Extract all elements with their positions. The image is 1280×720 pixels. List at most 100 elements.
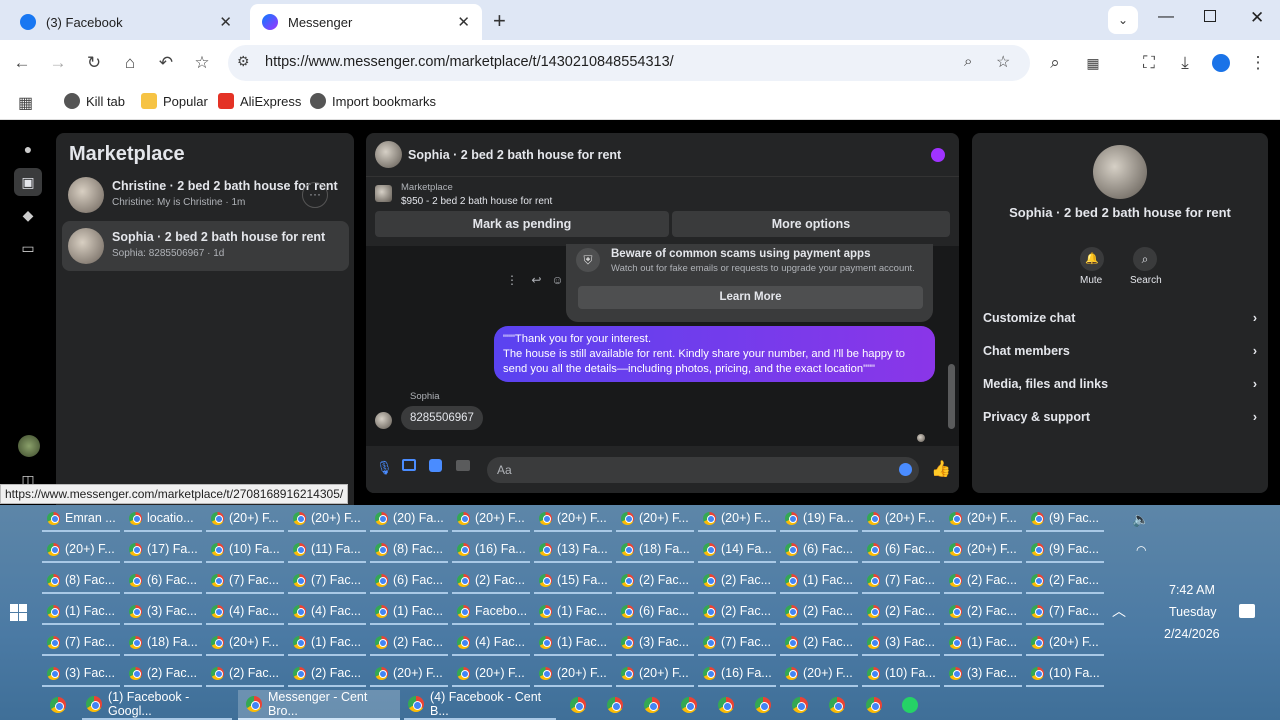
taskbar-window-item[interactable]: (10) Fa...: [1026, 661, 1104, 687]
taskbar-window-item[interactable]: (1) Fac...: [534, 630, 612, 656]
taskbar-window-item[interactable]: (20+) F...: [534, 506, 612, 532]
taskbar-window-item[interactable]: (6) Fac...: [616, 599, 694, 625]
taskbar-chrome-icon[interactable]: [570, 690, 586, 720]
taskbar-window-item[interactable]: (19) Fa...: [780, 506, 858, 532]
listing-title[interactable]: $950 - 2 bed 2 bath house for rent: [401, 196, 552, 207]
taskbar-window-item[interactable]: (7) Fac...: [42, 630, 120, 656]
user-avatar[interactable]: [18, 435, 40, 457]
taskbar-window-item[interactable]: (4) Fac...: [452, 630, 530, 656]
search-icon[interactable]: ⌕: [1040, 48, 1070, 78]
restore-icon[interactable]: [1204, 10, 1216, 22]
outgoing-message[interactable]: """Thank you for your interest. The hous…: [494, 326, 935, 382]
taskbar-window-item[interactable]: (1) Fac...: [288, 630, 366, 656]
taskbar-window-item[interactable]: (3) Fac...: [124, 599, 202, 625]
taskbar-window-item[interactable]: (3) Fac...: [944, 661, 1022, 687]
chats-icon[interactable]: ●: [14, 135, 42, 163]
notification-icon[interactable]: [1239, 604, 1255, 618]
taskbar-window-item[interactable]: (1) Fac...: [534, 599, 612, 625]
taskbar-window-item[interactable]: (18) Fa...: [124, 630, 202, 656]
taskbar-window-item[interactable]: (14) Fa...: [698, 537, 776, 563]
taskbar-window-item[interactable]: (20+) F...: [616, 661, 694, 687]
close-window-icon[interactable]: ✕: [1250, 8, 1264, 28]
incoming-message[interactable]: 8285506967: [401, 406, 483, 430]
conversation-item[interactable]: Christine · 2 bed 2 bath house for rent …: [62, 170, 349, 220]
taskbar-window-item[interactable]: (10) Fa...: [206, 537, 284, 563]
taskbar-window-item[interactable]: (20+) F...: [206, 630, 284, 656]
privacy-support-row[interactable]: Privacy & support ›: [983, 402, 1257, 432]
close-tab-icon[interactable]: ✕: [219, 13, 232, 31]
forward-icon[interactable]: →: [43, 48, 73, 78]
microphone-icon[interactable]: 🎙: [376, 460, 393, 476]
marketplace-icon[interactable]: ▣: [14, 168, 42, 196]
windows-start-icon[interactable]: [10, 604, 27, 621]
taskbar-window-messenger[interactable]: Messenger - Cent Bro...: [238, 690, 400, 720]
qr-icon[interactable]: ▦: [1078, 48, 1108, 78]
taskbar-window-item[interactable]: (2) Fac...: [370, 630, 448, 656]
taskbar-window-facebook[interactable]: (1) Facebook - Googl...: [82, 690, 232, 720]
emoji-icon[interactable]: [899, 463, 912, 476]
new-tab-button[interactable]: +: [493, 8, 506, 34]
taskbar-chrome-icon[interactable]: [829, 690, 845, 720]
chat-members-row[interactable]: Chat members ›: [983, 336, 1257, 366]
more-options-button[interactable]: More options: [672, 211, 950, 237]
site-info-icon[interactable]: ⚙: [237, 53, 250, 70]
taskbar-chrome-icon[interactable]: [50, 690, 66, 720]
media-files-row[interactable]: Media, files and links ›: [983, 369, 1257, 399]
network-icon[interactable]: ◠: [1136, 543, 1146, 557]
tab-messenger[interactable]: Messenger ✕: [250, 4, 482, 40]
taskbar-window-item[interactable]: (20+) F...: [944, 537, 1022, 563]
reply-icon[interactable]: ↩: [531, 273, 541, 287]
taskbar-window-item[interactable]: (20+) F...: [1026, 630, 1104, 656]
taskbar-window-item[interactable]: (2) Fac...: [780, 630, 858, 656]
conversation-item-active[interactable]: Sophia · 2 bed 2 bath house for rent Sop…: [62, 221, 349, 271]
taskbar-window-item[interactable]: (2) Fac...: [206, 661, 284, 687]
taskbar-window-item[interactable]: (16) Fa...: [452, 537, 530, 563]
taskbar-window-item[interactable]: (9) Fac...: [1026, 506, 1104, 532]
taskbar-chrome-icon[interactable]: [792, 690, 808, 720]
volume-icon[interactable]: 🔈: [1132, 511, 1149, 528]
taskbar-window-item[interactable]: (16) Fa...: [698, 661, 776, 687]
scrollbar[interactable]: [946, 246, 956, 446]
taskbar-window-item[interactable]: (8) Fac...: [42, 568, 120, 594]
taskbar-window-item[interactable]: (8) Fac...: [370, 537, 448, 563]
more-icon[interactable]: ···: [302, 182, 328, 208]
taskbar-window-item[interactable]: (1) Fac...: [944, 630, 1022, 656]
taskbar-window-item[interactable]: (1) Fac...: [780, 568, 858, 594]
tab-search-button[interactable]: ⌄: [1108, 6, 1138, 34]
learn-more-button[interactable]: Learn More: [578, 286, 923, 309]
undo-icon[interactable]: ↶: [151, 48, 181, 78]
mark-pending-button[interactable]: Mark as pending: [375, 211, 669, 237]
taskbar-window-item[interactable]: (18) Fa...: [616, 537, 694, 563]
taskbar-window-item[interactable]: (2) Fac...: [862, 599, 940, 625]
taskbar-window-item[interactable]: (6) Fac...: [862, 537, 940, 563]
clock-time[interactable]: 7:42 AM: [1169, 583, 1215, 597]
taskbar-window-item[interactable]: (20) Fa...: [370, 506, 448, 532]
taskbar-window-item[interactable]: (20+) F...: [452, 506, 530, 532]
download-icon[interactable]: ⤓: [1170, 48, 1200, 78]
taskbar-window-item[interactable]: locatio...: [124, 506, 202, 532]
menu-icon[interactable]: ⋮: [1243, 48, 1273, 78]
taskbar-window-item[interactable]: (20+) F...: [534, 661, 612, 687]
scrollbar-thumb[interactable]: [948, 364, 955, 429]
reload-icon[interactable]: ↻: [79, 48, 109, 78]
search-button[interactable]: ⌕: [1133, 247, 1157, 271]
tab-facebook[interactable]: (3) Facebook ✕: [8, 4, 244, 40]
taskbar-window-item[interactable]: (20+) F...: [698, 506, 776, 532]
bookmark-aliexpress[interactable]: AliExpress: [218, 93, 301, 109]
taskbar-window-item[interactable]: (4) Fac...: [288, 599, 366, 625]
taskbar-window-item[interactable]: Facebo...: [452, 599, 530, 625]
star-icon[interactable]: ☆: [996, 52, 1010, 72]
taskbar-window-item[interactable]: (17) Fa...: [124, 537, 202, 563]
taskbar-chrome-icon[interactable]: [644, 690, 660, 720]
taskbar-chrome-icon[interactable]: [866, 690, 882, 720]
taskbar-window-item[interactable]: (20+) F...: [452, 661, 530, 687]
taskbar-window-item[interactable]: (2) Fac...: [288, 661, 366, 687]
taskbar-window-item[interactable]: (20+) F...: [780, 661, 858, 687]
archive-icon[interactable]: ▭: [14, 234, 42, 262]
taskbar-window-item[interactable]: (2) Fac...: [1026, 568, 1104, 594]
home-icon[interactable]: ⌂: [115, 48, 145, 78]
image-icon[interactable]: [402, 459, 416, 471]
taskbar-chrome-icon[interactable]: [607, 690, 623, 720]
taskbar-window-item[interactable]: (15) Fa...: [534, 568, 612, 594]
chat-info-icon[interactable]: [931, 148, 945, 162]
